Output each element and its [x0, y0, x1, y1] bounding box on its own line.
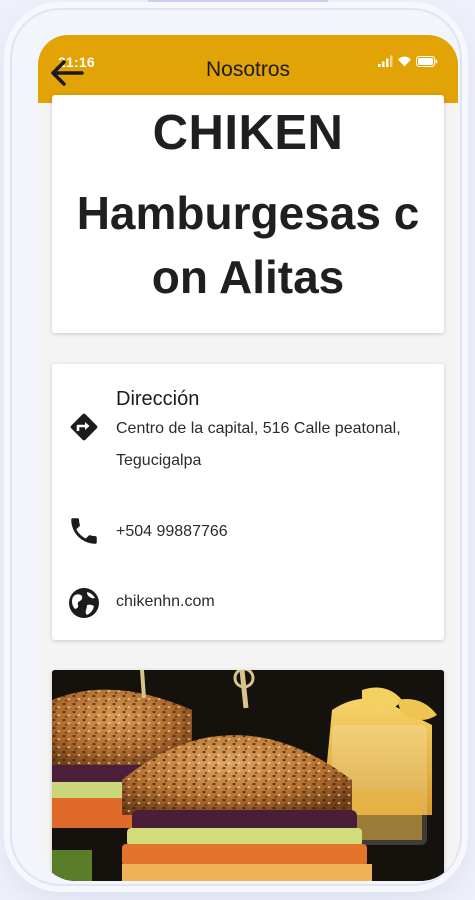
phone-frame: 21:16 Nosotros CHIKEN Hamburgesas con Al… [10, 8, 462, 886]
website-value: chikenhn.com [116, 593, 215, 610]
address-row[interactable]: Dirección Centro de la capital, 516 Call… [52, 388, 444, 478]
phone-value: +504 99887766 [116, 523, 228, 540]
contact-card: Dirección Centro de la capital, 516 Call… [52, 364, 444, 640]
signal-icon [378, 55, 393, 67]
website-row[interactable]: chikenhn.com [52, 582, 444, 622]
globe-icon [69, 588, 99, 618]
address-title: Dirección [116, 388, 200, 410]
battery-icon [416, 55, 438, 67]
phone-icon [71, 518, 97, 544]
top-highlight [148, 0, 328, 3]
app-bar: 21:16 Nosotros [38, 35, 458, 103]
wifi-icon [398, 56, 411, 67]
status-icons [378, 55, 438, 67]
app-screen: 21:16 Nosotros CHIKEN Hamburgesas con Al… [38, 35, 458, 881]
phone-row[interactable]: +504 99887766 [52, 512, 444, 552]
restaurant-card: CHIKEN Hamburgesas con Alitas [52, 95, 444, 333]
burger-photo-image [52, 670, 444, 881]
food-photo [52, 670, 444, 881]
restaurant-name: CHIKEN [152, 106, 344, 160]
directions-icon [70, 413, 98, 441]
address-value: Centro de la capital, 516 Calle peatonal… [116, 420, 401, 469]
restaurant-description: Hamburgesas con Alitas [76, 187, 420, 303]
